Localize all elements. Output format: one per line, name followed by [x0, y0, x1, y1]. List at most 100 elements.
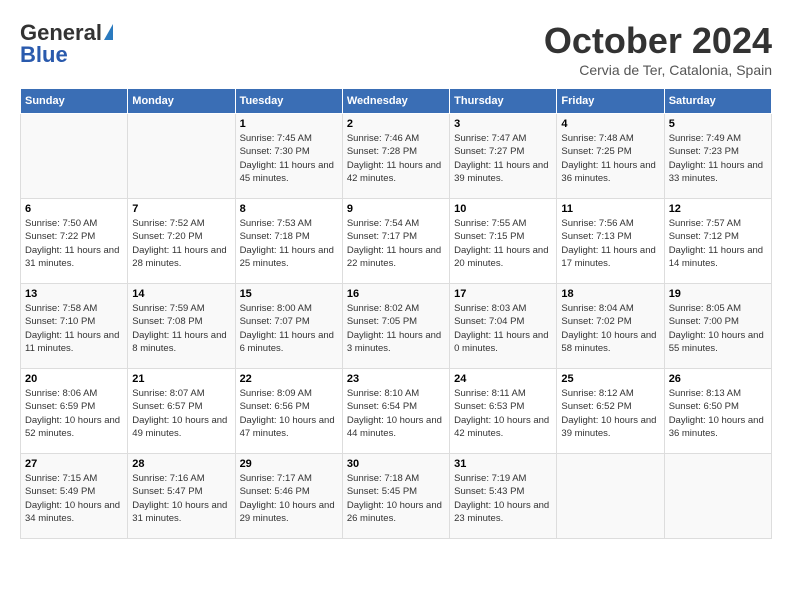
day-number: 3: [454, 118, 552, 130]
day-info: Sunrise: 7:47 AM Sunset: 7:27 PM Dayligh…: [454, 132, 552, 185]
calendar-cell: 21 Sunrise: 8:07 AM Sunset: 6:57 PM Dayl…: [128, 369, 235, 454]
daylight-text: Daylight: 11 hours and 25 minutes.: [240, 245, 334, 269]
day-number: 14: [132, 288, 230, 300]
sunrise-text: Sunrise: 7:46 AM: [347, 133, 419, 144]
calendar-cell: 9 Sunrise: 7:54 AM Sunset: 7:17 PM Dayli…: [342, 199, 449, 284]
day-info: Sunrise: 7:54 AM Sunset: 7:17 PM Dayligh…: [347, 217, 445, 270]
daylight-text: Daylight: 11 hours and 8 minutes.: [132, 330, 226, 354]
sunrise-text: Sunrise: 7:49 AM: [669, 133, 741, 144]
day-number: 4: [561, 118, 659, 130]
daylight-text: Daylight: 10 hours and 39 minutes.: [561, 415, 656, 439]
sunset-text: Sunset: 7:15 PM: [454, 231, 524, 242]
day-number: 5: [669, 118, 767, 130]
calendar-cell: 8 Sunrise: 7:53 AM Sunset: 7:18 PM Dayli…: [235, 199, 342, 284]
sunrise-text: Sunrise: 8:03 AM: [454, 303, 526, 314]
sunset-text: Sunset: 7:10 PM: [25, 316, 95, 327]
calendar-cell: 13 Sunrise: 7:58 AM Sunset: 7:10 PM Dayl…: [21, 284, 128, 369]
day-info: Sunrise: 7:53 AM Sunset: 7:18 PM Dayligh…: [240, 217, 338, 270]
week-row: 20 Sunrise: 8:06 AM Sunset: 6:59 PM Dayl…: [21, 369, 772, 454]
day-number: 21: [132, 373, 230, 385]
sunset-text: Sunset: 6:59 PM: [25, 401, 95, 412]
sunset-text: Sunset: 6:53 PM: [454, 401, 524, 412]
day-info: Sunrise: 8:09 AM Sunset: 6:56 PM Dayligh…: [240, 387, 338, 440]
day-info: Sunrise: 7:49 AM Sunset: 7:23 PM Dayligh…: [669, 132, 767, 185]
day-info: Sunrise: 7:18 AM Sunset: 5:45 PM Dayligh…: [347, 472, 445, 525]
sunrise-text: Sunrise: 8:05 AM: [669, 303, 741, 314]
sunrise-text: Sunrise: 8:04 AM: [561, 303, 633, 314]
logo: General Blue: [20, 20, 113, 68]
daylight-text: Daylight: 11 hours and 3 minutes.: [347, 330, 441, 354]
title-block: October 2024 Cervia de Ter, Catalonia, S…: [544, 20, 772, 78]
sunrise-text: Sunrise: 7:57 AM: [669, 218, 741, 229]
sunrise-text: Sunrise: 7:18 AM: [347, 473, 419, 484]
day-number: 12: [669, 203, 767, 215]
calendar-cell: 18 Sunrise: 8:04 AM Sunset: 7:02 PM Dayl…: [557, 284, 664, 369]
page-header: General Blue October 2024 Cervia de Ter,…: [20, 20, 772, 78]
sunset-text: Sunset: 7:28 PM: [347, 146, 417, 157]
weekday-header: Sunday: [21, 89, 128, 114]
daylight-text: Daylight: 10 hours and 55 minutes.: [669, 330, 764, 354]
sunrise-text: Sunrise: 8:07 AM: [132, 388, 204, 399]
sunrise-text: Sunrise: 7:47 AM: [454, 133, 526, 144]
day-info: Sunrise: 7:15 AM Sunset: 5:49 PM Dayligh…: [25, 472, 123, 525]
sunrise-text: Sunrise: 7:17 AM: [240, 473, 312, 484]
calendar-cell: [128, 114, 235, 199]
sunrise-text: Sunrise: 7:15 AM: [25, 473, 97, 484]
calendar-cell: 2 Sunrise: 7:46 AM Sunset: 7:28 PM Dayli…: [342, 114, 449, 199]
day-info: Sunrise: 7:46 AM Sunset: 7:28 PM Dayligh…: [347, 132, 445, 185]
calendar-cell: 19 Sunrise: 8:05 AM Sunset: 7:00 PM Dayl…: [664, 284, 771, 369]
day-number: 23: [347, 373, 445, 385]
day-number: 15: [240, 288, 338, 300]
calendar-cell: 6 Sunrise: 7:50 AM Sunset: 7:22 PM Dayli…: [21, 199, 128, 284]
day-info: Sunrise: 8:11 AM Sunset: 6:53 PM Dayligh…: [454, 387, 552, 440]
calendar-cell: 16 Sunrise: 8:02 AM Sunset: 7:05 PM Dayl…: [342, 284, 449, 369]
sunrise-text: Sunrise: 7:53 AM: [240, 218, 312, 229]
day-number: 10: [454, 203, 552, 215]
daylight-text: Daylight: 11 hours and 14 minutes.: [669, 245, 763, 269]
daylight-text: Daylight: 11 hours and 11 minutes.: [25, 330, 119, 354]
sunrise-text: Sunrise: 8:09 AM: [240, 388, 312, 399]
calendar-cell: 4 Sunrise: 7:48 AM Sunset: 7:25 PM Dayli…: [557, 114, 664, 199]
day-info: Sunrise: 8:00 AM Sunset: 7:07 PM Dayligh…: [240, 302, 338, 355]
day-info: Sunrise: 8:06 AM Sunset: 6:59 PM Dayligh…: [25, 387, 123, 440]
sunset-text: Sunset: 5:49 PM: [25, 486, 95, 497]
day-info: Sunrise: 7:56 AM Sunset: 7:13 PM Dayligh…: [561, 217, 659, 270]
day-number: 16: [347, 288, 445, 300]
sunrise-text: Sunrise: 8:13 AM: [669, 388, 741, 399]
day-info: Sunrise: 8:04 AM Sunset: 7:02 PM Dayligh…: [561, 302, 659, 355]
daylight-text: Daylight: 10 hours and 29 minutes.: [240, 500, 335, 524]
day-info: Sunrise: 7:57 AM Sunset: 7:12 PM Dayligh…: [669, 217, 767, 270]
sunrise-text: Sunrise: 7:16 AM: [132, 473, 204, 484]
calendar-cell: 3 Sunrise: 7:47 AM Sunset: 7:27 PM Dayli…: [450, 114, 557, 199]
day-number: 28: [132, 458, 230, 470]
week-row: 1 Sunrise: 7:45 AM Sunset: 7:30 PM Dayli…: [21, 114, 772, 199]
day-number: 11: [561, 203, 659, 215]
daylight-text: Daylight: 10 hours and 31 minutes.: [132, 500, 227, 524]
calendar-cell: 7 Sunrise: 7:52 AM Sunset: 7:20 PM Dayli…: [128, 199, 235, 284]
daylight-text: Daylight: 11 hours and 17 minutes.: [561, 245, 655, 269]
day-info: Sunrise: 7:50 AM Sunset: 7:22 PM Dayligh…: [25, 217, 123, 270]
day-number: 9: [347, 203, 445, 215]
calendar-cell: 17 Sunrise: 8:03 AM Sunset: 7:04 PM Dayl…: [450, 284, 557, 369]
daylight-text: Daylight: 10 hours and 42 minutes.: [454, 415, 549, 439]
calendar-header: SundayMondayTuesdayWednesdayThursdayFrid…: [21, 89, 772, 114]
daylight-text: Daylight: 10 hours and 52 minutes.: [25, 415, 120, 439]
calendar-cell: [557, 454, 664, 539]
daylight-text: Daylight: 10 hours and 49 minutes.: [132, 415, 227, 439]
daylight-text: Daylight: 11 hours and 0 minutes.: [454, 330, 548, 354]
logo-triangle-icon: [104, 24, 113, 40]
weekday-header: Thursday: [450, 89, 557, 114]
logo-blue-text: Blue: [20, 42, 68, 68]
calendar-cell: 30 Sunrise: 7:18 AM Sunset: 5:45 PM Dayl…: [342, 454, 449, 539]
day-number: 17: [454, 288, 552, 300]
calendar-cell: 15 Sunrise: 8:00 AM Sunset: 7:07 PM Dayl…: [235, 284, 342, 369]
week-row: 6 Sunrise: 7:50 AM Sunset: 7:22 PM Dayli…: [21, 199, 772, 284]
day-info: Sunrise: 8:03 AM Sunset: 7:04 PM Dayligh…: [454, 302, 552, 355]
daylight-text: Daylight: 11 hours and 33 minutes.: [669, 160, 763, 184]
sunset-text: Sunset: 7:20 PM: [132, 231, 202, 242]
day-number: 18: [561, 288, 659, 300]
weekday-row: SundayMondayTuesdayWednesdayThursdayFrid…: [21, 89, 772, 114]
calendar-cell: 5 Sunrise: 7:49 AM Sunset: 7:23 PM Dayli…: [664, 114, 771, 199]
week-row: 13 Sunrise: 7:58 AM Sunset: 7:10 PM Dayl…: [21, 284, 772, 369]
day-info: Sunrise: 7:59 AM Sunset: 7:08 PM Dayligh…: [132, 302, 230, 355]
